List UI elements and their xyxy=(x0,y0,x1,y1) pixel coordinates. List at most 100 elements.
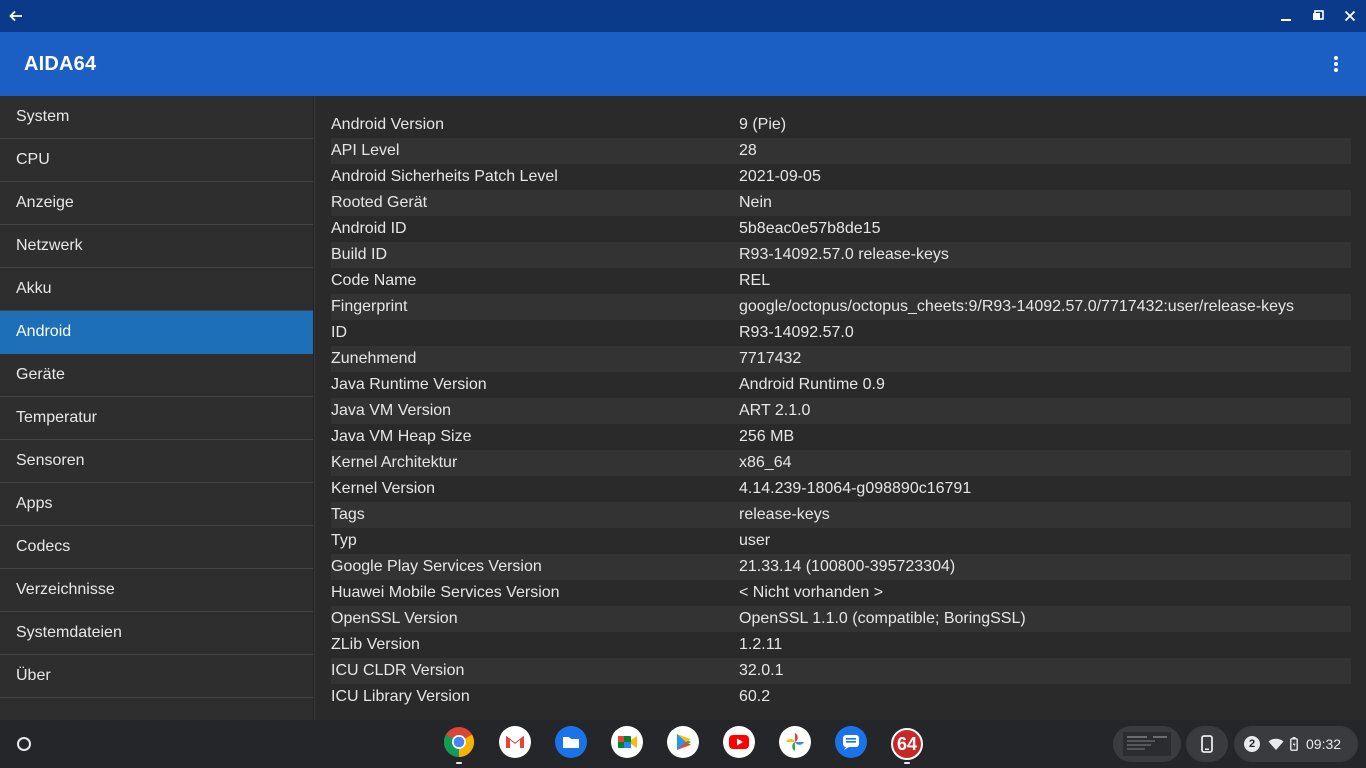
detail-key: Build ID xyxy=(331,246,388,263)
restore-icon xyxy=(1313,10,1324,20)
sidebar-item-system[interactable]: System xyxy=(0,96,313,139)
sidebar-item-ger-te[interactable]: Geräte xyxy=(0,354,313,397)
status-area-button[interactable]: 2 09:32 xyxy=(1234,726,1358,762)
messages-app-button[interactable] xyxy=(835,725,867,760)
sidebar-item-anzeige[interactable]: Anzeige xyxy=(0,182,313,225)
sidebar-item-android[interactable]: Android xyxy=(0,311,313,354)
detail-value: 5b8eac0e57b8de15 xyxy=(739,220,881,237)
overflow-menu-button[interactable] xyxy=(1322,50,1350,78)
sidebar-item-label: Codecs xyxy=(16,538,71,555)
sidebar-item-temperatur[interactable]: Temperatur xyxy=(0,397,313,440)
detail-key: Zunehmend xyxy=(331,350,417,367)
launcher-button[interactable] xyxy=(8,728,40,760)
detail-row[interactable]: Rooted Gerät Nein xyxy=(331,190,1351,216)
sidebar-item-label: Geräte xyxy=(16,366,65,383)
detail-value: OpenSSL 1.1.0 (compatible; BoringSSL) xyxy=(739,610,1026,627)
shelf: 64 2 09:32 xyxy=(0,720,1366,768)
aida64-icon: 64 xyxy=(896,733,918,754)
detail-row[interactable]: Java VM Version ART 2.1.0 xyxy=(331,398,1351,424)
detail-row[interactable]: Fingerprint google/octopus/octopus_cheets… xyxy=(331,294,1351,320)
detail-key: Android Sicherheits Patch Level xyxy=(331,168,558,185)
phone-hub-button[interactable] xyxy=(1186,726,1228,762)
window-title-bar xyxy=(0,0,1366,32)
sidebar-item-cpu[interactable]: CPU xyxy=(0,139,313,182)
sidebar-item-label: Sensoren xyxy=(16,452,85,469)
close-button[interactable] xyxy=(1334,0,1366,32)
phone-icon xyxy=(1201,735,1213,753)
details-panel: Android Version 9 (Pie) API Level 28 Android… xyxy=(314,96,1366,720)
detail-key: Java Runtime Version xyxy=(331,376,487,393)
detail-key: Android ID xyxy=(331,220,407,237)
detail-value: REL xyxy=(739,272,771,289)
detail-value: R93-14092.57.0 xyxy=(739,324,854,341)
detail-row[interactable]: Java Runtime Version Android Runtime 0.9 xyxy=(331,372,1351,398)
detail-key: Tags xyxy=(331,506,365,523)
close-icon xyxy=(1344,10,1356,22)
youtube-app-button[interactable] xyxy=(723,725,755,760)
restore-button[interactable] xyxy=(1302,0,1334,32)
detail-row[interactable]: ID R93-14092.57.0 xyxy=(331,320,1351,346)
chrome-icon xyxy=(443,726,475,763)
sidebar-item-netzwerk[interactable]: Netzwerk xyxy=(0,225,313,268)
detail-row[interactable]: Android ID 5b8eac0e57b8de15 xyxy=(331,216,1351,242)
detail-row[interactable]: OpenSSL Version OpenSSL 1.1.0 (compatible… xyxy=(331,606,1351,632)
sidebar-item--ber[interactable]: Über xyxy=(0,655,313,698)
arrow-left-icon xyxy=(9,10,22,22)
detail-row[interactable]: Kernel Version 4.14.239-18064-g098890c167… xyxy=(331,476,1351,502)
detail-key: Android Version xyxy=(331,116,444,133)
clock: 09:32 xyxy=(1306,736,1342,752)
detail-row[interactable]: API Level 28 xyxy=(331,138,1351,164)
launcher-circle-icon xyxy=(17,737,31,751)
sidebar-item-verzeichnisse[interactable]: Verzeichnisse xyxy=(0,569,313,612)
meet-icon xyxy=(611,725,643,763)
detail-value: 28 xyxy=(739,142,757,159)
detail-row[interactable]: ICU CLDR Version 32.0.1 xyxy=(331,658,1351,684)
detail-key: Rooted Gerät xyxy=(331,194,428,211)
minimize-button[interactable] xyxy=(1270,0,1302,32)
play-store-app-button[interactable] xyxy=(667,725,699,763)
tote-holding-space-button[interactable] xyxy=(1113,726,1181,762)
detail-key: ICU CLDR Version xyxy=(331,662,465,679)
detail-row[interactable]: Android Version 9 (Pie) xyxy=(331,112,1351,138)
detail-row[interactable]: Google Play Services Version 21.33.14 (10… xyxy=(331,554,1351,580)
detail-row[interactable]: Java VM Heap Size 256 MB xyxy=(331,424,1351,450)
app-title: AIDA64 xyxy=(24,53,97,75)
sidebar-item-sensoren[interactable]: Sensoren xyxy=(0,440,313,483)
sidebar-item-label: Netzwerk xyxy=(16,237,83,254)
sidebar-item-akku[interactable]: Akku xyxy=(0,268,313,311)
detail-row[interactable]: ZLib Version 1.2.11 xyxy=(331,632,1351,658)
back-button[interactable] xyxy=(0,0,32,32)
files-app-button[interactable] xyxy=(555,725,587,760)
sidebar-item-label: Systemdateien xyxy=(16,624,122,641)
sidebar-item-systemdateien[interactable]: Systemdateien xyxy=(0,612,313,655)
sidebar-item-label: Anzeige xyxy=(16,194,74,211)
sidebar-item-label: Über xyxy=(16,667,51,684)
sidebar-item-codecs[interactable]: Codecs xyxy=(0,526,313,569)
gmail-app-button[interactable] xyxy=(499,725,531,760)
detail-row[interactable]: Kernel Architektur x86_64 xyxy=(331,450,1351,476)
detail-value: 256 MB xyxy=(739,428,795,445)
chrome-app-button[interactable] xyxy=(443,726,475,763)
detail-row[interactable]: Tags release-keys xyxy=(331,502,1351,528)
battery-icon xyxy=(1290,737,1298,751)
detail-value: x86_64 xyxy=(739,454,792,471)
detail-row[interactable]: Build ID R93-14092.57.0 release-keys xyxy=(331,242,1351,268)
detail-key: Google Play Services Version xyxy=(331,558,542,575)
detail-row[interactable]: Android Sicherheits Patch Level 2021-09-0… xyxy=(331,164,1351,190)
detail-key: Java VM Version xyxy=(331,402,452,419)
aida64-app-button[interactable]: 64 xyxy=(891,728,923,760)
detail-row[interactable]: Typ user xyxy=(331,528,1351,554)
detail-key: Code Name xyxy=(331,272,417,289)
play-store-icon xyxy=(667,725,699,763)
photos-app-button[interactable] xyxy=(779,725,811,760)
running-indicator xyxy=(904,762,910,764)
detail-row[interactable]: ICU Library Version 60.2 xyxy=(331,684,1351,710)
detail-row[interactable]: Huawei Mobile Services Version < Nicht vo… xyxy=(331,580,1351,606)
meet-app-button[interactable] xyxy=(611,725,643,763)
detail-key: OpenSSL Version xyxy=(331,610,458,627)
sidebar-item-label: Akku xyxy=(16,280,52,297)
sidebar-item-apps[interactable]: Apps xyxy=(0,483,313,526)
sidebar-item-label: Android xyxy=(16,323,72,340)
detail-row[interactable]: Code Name REL xyxy=(331,268,1351,294)
detail-row[interactable]: Zunehmend 7717432 xyxy=(331,346,1351,372)
